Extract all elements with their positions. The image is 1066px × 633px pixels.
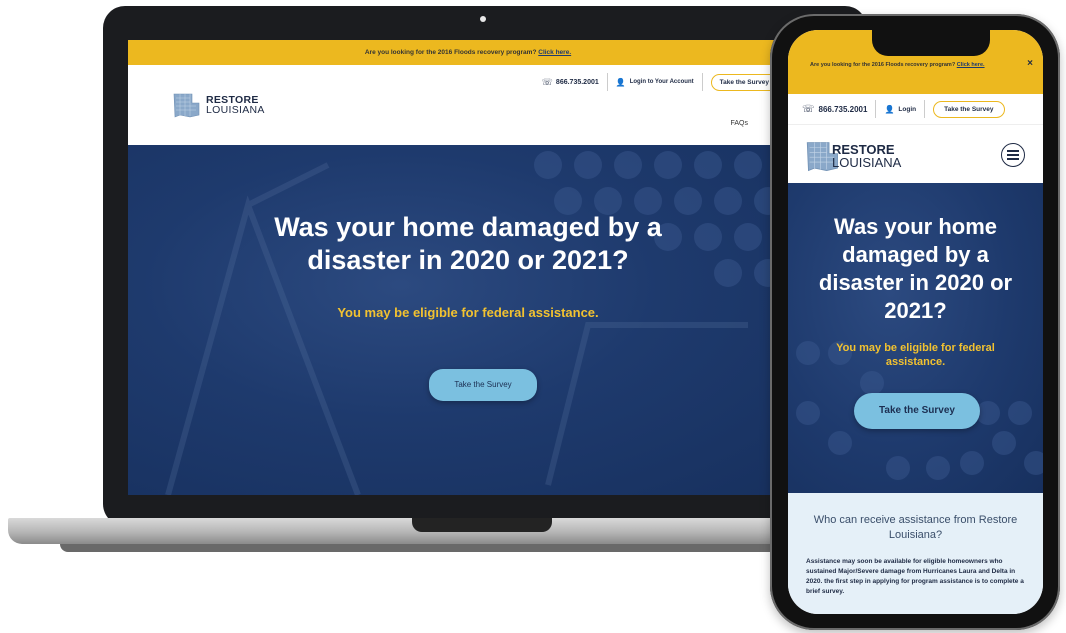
login-link[interactable]: Login to Your Account [630, 79, 694, 85]
user-icon: 👤 [615, 77, 626, 87]
nav-faqs[interactable]: FAQs [730, 120, 748, 127]
phone-icon: ☏ [802, 103, 815, 115]
utility-nav: ☏ 866.735.2001 👤 Login to Your Account T… [542, 73, 778, 91]
hero-section: Was your home damaged by a disaster in 2… [128, 145, 808, 495]
announcement-text: Are you looking for the 2016 Floods reco… [364, 49, 537, 56]
phone-link[interactable]: 866.735.2001 [556, 79, 599, 86]
mobile-phone-link[interactable]: 866.735.2001 [819, 105, 868, 114]
mobile-hero-title: Was your home damaged by a disaster in 2… [818, 214, 1013, 323]
mobile-header: RESTORE LOUISIANA [788, 124, 1043, 183]
laptop-screen: Are you looking for the 2016 Floods reco… [128, 40, 808, 495]
mobile-hero-subtitle: You may be eligible for federal assistan… [836, 342, 995, 368]
announcement-bar: Are you looking for the 2016 Floods reco… [128, 40, 808, 65]
user-icon: 👤 [884, 104, 895, 114]
info-body: Assistance may soon be available for eli… [806, 558, 1024, 595]
divider [606, 73, 608, 91]
info-section: Who can receive assistance from Restore … [788, 493, 1043, 614]
phone-screen: Are you looking for the 2016 Floods reco… [788, 30, 1043, 614]
divider [924, 100, 926, 118]
mobile-utility-nav: ☏ 866.735.2001 👤 Login Take the Survey [788, 94, 1043, 124]
mobile-announcement-text: Are you looking for the 2016 Floods reco… [810, 62, 956, 68]
laptop-camera [480, 16, 486, 22]
logo-line-2: LOUISIANA [206, 104, 265, 116]
mobile-site-logo[interactable]: RESTORE LOUISIANA [804, 139, 901, 173]
louisiana-map-icon [173, 93, 200, 118]
divider [875, 100, 877, 118]
close-icon[interactable]: × [1027, 58, 1033, 69]
survey-button[interactable]: Take the Survey [710, 73, 778, 91]
mobile-logo-line-2: LOUISIANA [832, 155, 902, 170]
hero-subtitle: You may be eligible for federal assistan… [337, 305, 599, 320]
info-heading: Who can receive assistance from Restore … [813, 514, 1018, 541]
hero-title: Was your home damaged by a disaster in 2… [274, 212, 662, 275]
phone-icon: ☏ [541, 76, 553, 87]
laptop-notch [412, 518, 552, 532]
mobile-hero-section: Was your home damaged by a disaster in 2… [788, 183, 1043, 493]
divider [701, 73, 703, 91]
laptop-shadow [60, 544, 820, 552]
site-header: RESTORE LOUISIANA ☏ 866.735.2001 👤 Login… [128, 65, 808, 145]
mobile-survey-button[interactable]: Take the Survey [933, 100, 1005, 118]
announcement-link[interactable]: Click here. [538, 49, 571, 56]
dot-pattern [165, 151, 802, 495]
hero-survey-button[interactable]: Take the Survey [429, 369, 537, 401]
menu-icon[interactable] [1001, 143, 1025, 167]
mobile-announcement-link[interactable]: Click here. [957, 62, 985, 68]
mobile-hero-survey-button[interactable]: Take the Survey [854, 393, 980, 429]
site-logo[interactable]: RESTORE LOUISIANA [172, 91, 265, 119]
phone-notch [872, 30, 990, 56]
mobile-login-link[interactable]: Login [898, 106, 916, 113]
